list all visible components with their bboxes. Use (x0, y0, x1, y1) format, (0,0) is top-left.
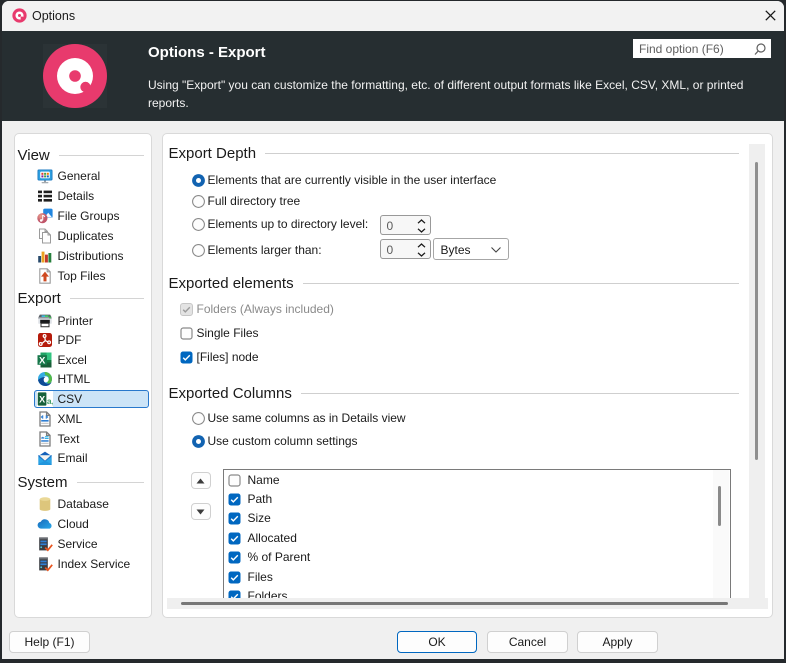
svg-text:X: X (39, 355, 46, 366)
svg-text:a,: a, (47, 396, 53, 406)
svg-text:X: X (39, 394, 45, 404)
